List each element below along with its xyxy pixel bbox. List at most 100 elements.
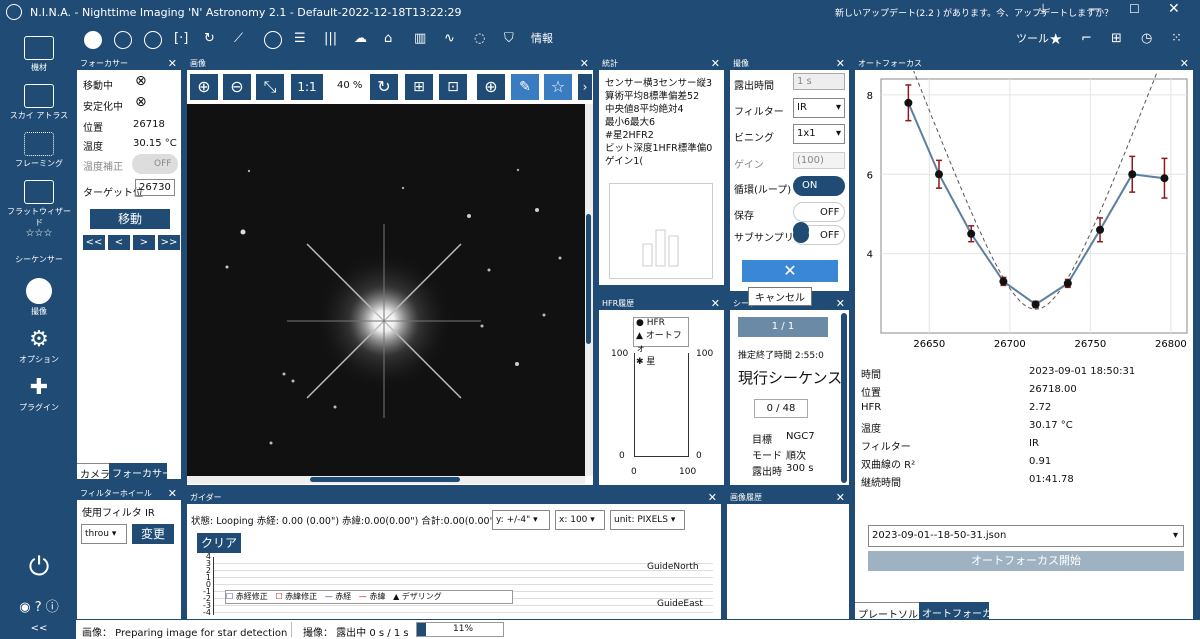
close-icon[interactable]: ✕ <box>1180 57 1189 70</box>
close-icon[interactable]: ✕ <box>711 297 720 310</box>
moving-status-icon: ⊗ <box>135 73 147 89</box>
minimize-button[interactable]: — <box>1088 1 1102 17</box>
flatpanel-icon[interactable]: ||| <box>324 30 337 48</box>
tab-autofocus[interactable]: オートフォーカス <box>919 602 1002 620</box>
close-icon[interactable]: ✕ <box>836 297 845 310</box>
crosshair-icon[interactable]: ⊕ <box>477 74 505 100</box>
zoom-out-icon[interactable]: ⊖ <box>223 74 251 100</box>
star-image[interactable] <box>187 104 585 476</box>
save-label: 保存 <box>734 211 754 222</box>
binning-select[interactable]: 1x1 ▾ <box>793 124 845 144</box>
history-icon[interactable]: ◷ <box>1141 30 1152 48</box>
step-back-large-button[interactable]: << <box>83 235 105 250</box>
switch-icon[interactable]: ☰ <box>294 30 306 48</box>
help-icons[interactable]: ◉ ? ⓘ <box>6 596 72 615</box>
annotate-star-icon[interactable]: ☆ <box>544 74 572 100</box>
filterwheel-icon[interactable] <box>144 31 162 49</box>
close-icon[interactable]: ✕ <box>168 487 177 500</box>
filter-select[interactable]: IR ▾ <box>793 98 845 118</box>
star-icon[interactable]: ★ <box>1049 30 1062 48</box>
filter-select[interactable]: throu ▾ <box>81 524 127 544</box>
rotator-icon[interactable]: ↻ <box>204 30 215 48</box>
image-vertical-scrollbar[interactable] <box>585 104 593 476</box>
sidebar-item-options[interactable]: ⚙ オプション <box>6 328 72 365</box>
sidebar-item-sequencer[interactable]: ☆☆☆ シーケンサー <box>6 228 72 265</box>
close-icon[interactable]: ✕ <box>711 57 720 70</box>
collapse-sidebar-button[interactable]: << <box>6 623 72 634</box>
focuser-icon[interactable]: [·] <box>174 30 188 48</box>
star-detection-icon[interactable]: ⊡ <box>439 74 467 100</box>
weather-icon[interactable]: ☁ <box>354 30 367 48</box>
guider-icon[interactable] <box>264 31 282 49</box>
auto-stretch-icon[interactable]: ✎ <box>511 74 539 100</box>
aperture-icon[interactable] <box>114 31 132 49</box>
zoom-1to1-button[interactable]: 1:1 <box>291 74 323 100</box>
sidebar-item-flatwizard[interactable]: フラットウィザード <box>6 180 72 228</box>
sequence-scrollbar[interactable] <box>841 313 847 483</box>
close-icon[interactable]: ✕ <box>836 57 845 70</box>
step-forward-large-button[interactable]: >> <box>158 235 180 250</box>
maximize-button[interactable]: ☐ <box>1129 2 1140 16</box>
mount-icon[interactable]: ⌐ <box>1081 30 1092 48</box>
tab-camera[interactable]: カメラ <box>77 463 110 481</box>
power-icon[interactable]: ⏻ <box>6 552 72 583</box>
rotate-icon[interactable]: ↻ <box>370 74 398 100</box>
sidebar-item-equipment[interactable]: 機材 <box>6 36 72 73</box>
moving-label: 移動中 <box>83 81 113 92</box>
hfr-x-max: 100 <box>679 467 697 477</box>
bulb-icon[interactable]: ◌ <box>474 30 485 48</box>
close-icon[interactable]: ✕ <box>580 57 589 70</box>
tab-platesolve[interactable]: プレートソルブ <box>855 602 928 621</box>
safety-icon[interactable]: ⛉ <box>504 30 514 48</box>
zoom-in-icon[interactable]: ⊕ <box>190 74 218 100</box>
tools-label[interactable]: ツール <box>1016 30 1049 48</box>
histogram-icon[interactable]: ▥ <box>414 30 426 48</box>
start-autofocus-button[interactable]: オートフォーカス開始 <box>868 551 1184 571</box>
af-row-value: 0.91 <box>1029 456 1052 467</box>
wave-icon[interactable]: ∿ <box>444 30 455 48</box>
change-filter-button[interactable]: 変更 <box>132 524 174 544</box>
move-button[interactable]: 移動 <box>90 209 170 229</box>
grid-overlay-icon[interactable]: ⊞ <box>405 74 433 100</box>
step-forward-button[interactable]: > <box>133 235 155 250</box>
update-notice[interactable]: 新しいアップデート(2.2 ) があります。今、アップデートしますか？ <box>835 6 1113 19</box>
sidebar-item-imaging[interactable]: 撮像 <box>6 278 72 317</box>
legend-hfr: ● HFR <box>636 318 665 328</box>
close-icon[interactable]: ✕ <box>836 491 845 504</box>
more-tools-icon[interactable]: › <box>578 74 592 100</box>
download-icon[interactable]: ⤓ <box>1040 1 1046 17</box>
connect-icon[interactable] <box>84 31 102 49</box>
legend-ra: — 赤経 <box>324 592 352 601</box>
unit-select[interactable]: unit: PIXELS ▾ <box>610 510 685 530</box>
sidebar-item-skyatlas[interactable]: スカイ アトラス <box>6 84 72 121</box>
dome-icon[interactable]: ⌂ <box>384 30 392 48</box>
target-position-input[interactable]: 26730 <box>135 179 175 196</box>
y-range-select[interactable]: y: +/-4" ▾ <box>492 510 550 530</box>
info-tab[interactable]: 情報 <box>531 30 553 48</box>
grid-icon[interactable]: ⊞ <box>1111 30 1122 48</box>
x-range-select[interactable]: x: 100 ▾ <box>555 510 605 530</box>
image-horizontal-scrollbar[interactable] <box>187 476 585 484</box>
tab-focuser[interactable]: フォーカサー <box>109 463 172 480</box>
dots-icon[interactable]: ⁙ <box>1171 30 1182 48</box>
statistics-row: 中央値8平均絶対4 <box>605 104 684 115</box>
close-icon[interactable]: ✕ <box>168 57 177 70</box>
legend-dec: — 赤緯 <box>358 592 386 601</box>
close-window-button[interactable]: ✕ <box>1168 1 1180 17</box>
exposure-input[interactable]: 1 s <box>793 73 845 90</box>
clear-guide-button[interactable]: クリア <box>197 533 241 553</box>
step-back-button[interactable]: < <box>108 235 130 250</box>
autofocus-file-select[interactable]: 2023-09-01--18-50-31.json ▾ <box>868 525 1184 547</box>
af-y-tick-label: 6 <box>867 170 873 181</box>
sidebar-item-plugins[interactable]: ✚ プラグイン <box>6 376 72 413</box>
close-icon[interactable]: ✕ <box>708 491 717 504</box>
subsample-toggle-knob <box>793 227 809 243</box>
cancel-capture-button[interactable]: ✕ <box>742 260 838 282</box>
save-toggle[interactable]: OFF <box>793 202 845 222</box>
telescope-icon[interactable]: ⟋ <box>234 30 243 48</box>
gain-input[interactable]: (100) <box>793 152 845 169</box>
fit-to-screen-icon[interactable]: ⤡ <box>256 74 284 100</box>
tempcomp-toggle[interactable]: OFF <box>132 154 178 174</box>
loop-toggle[interactable]: ON <box>793 176 845 196</box>
sidebar-item-framing[interactable]: フレーミング <box>6 132 72 169</box>
